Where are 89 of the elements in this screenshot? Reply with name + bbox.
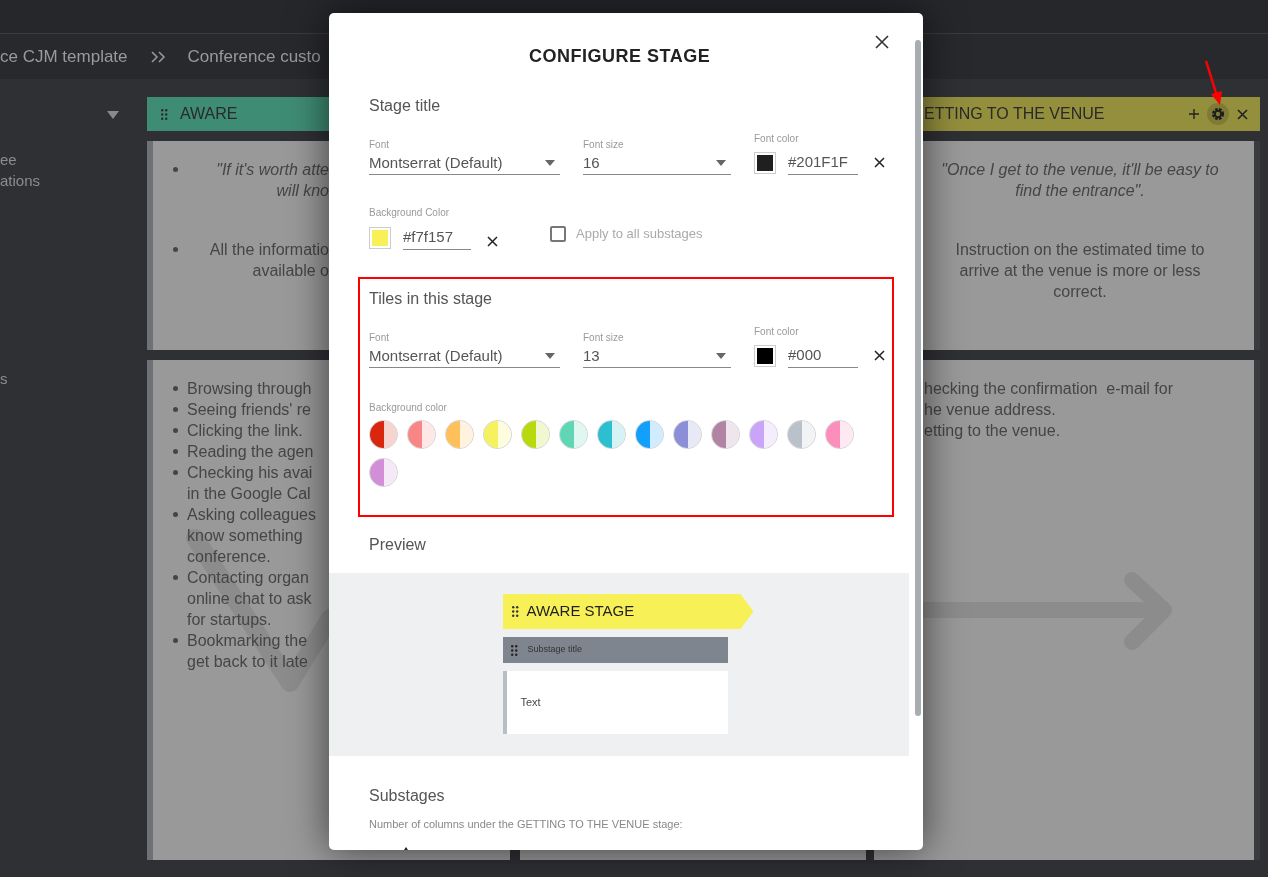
tile-text: Clicking the link. xyxy=(187,421,303,441)
tile-text: Instruction on the estimated time to arrive at the venue is more or less correct. xyxy=(955,240,1205,302)
section-heading: Tiles in this stage xyxy=(369,289,493,309)
chevrons-icon xyxy=(149,49,166,64)
sidebar-item-text[interactable]: ations xyxy=(0,170,41,191)
field-label: Background color xyxy=(369,401,448,415)
color-option[interactable] xyxy=(445,420,474,449)
bullet-icon xyxy=(173,247,178,252)
tile-text: Checking his avai in the Google Cal xyxy=(187,463,313,504)
tile-text: Contacting organ online chat to ask for startups. xyxy=(187,568,312,630)
breadcrumb-link[interactable]: Conference custo xyxy=(187,43,321,70)
field-label: Font xyxy=(369,331,390,345)
settings-icon[interactable] xyxy=(1207,103,1229,125)
color-swatch[interactable] xyxy=(754,151,776,174)
bullet-icon xyxy=(173,449,178,454)
tile-text: Browsing through xyxy=(187,379,312,399)
section-heading: Preview xyxy=(369,535,427,555)
stage-title: ETTING TO THE VENUE xyxy=(924,104,1105,124)
tile-text: etting to the venue. xyxy=(924,421,1061,441)
field-label: Font size xyxy=(583,138,625,152)
tile-text: "Once I get to the venue, it'll be easy to find the entrance". xyxy=(941,160,1219,201)
color-option[interactable] xyxy=(635,420,664,449)
color-option[interactable] xyxy=(787,420,816,449)
color-option[interactable] xyxy=(407,420,436,449)
dropdown-field[interactable]: 13 xyxy=(583,345,731,368)
color-option[interactable] xyxy=(521,420,550,449)
field-label: Font color xyxy=(754,132,800,146)
sidebar-item-text[interactable]: s xyxy=(0,368,8,389)
field-label: Font xyxy=(369,138,390,152)
color-option[interactable] xyxy=(825,420,854,449)
tile-text: "If it's worth atte will kno xyxy=(216,160,329,201)
tile-text: All the informatio available o xyxy=(209,240,329,281)
clear-icon[interactable] xyxy=(874,350,885,361)
clear-icon[interactable] xyxy=(874,157,885,168)
color-option[interactable] xyxy=(369,458,398,487)
field-label: Background Color xyxy=(369,206,451,220)
dialog-title: CONFIGURE STAGE xyxy=(529,45,711,68)
field-label: Font color xyxy=(754,325,800,339)
field-label: Font size xyxy=(583,331,625,345)
drag-handle-icon xyxy=(510,644,518,656)
sidebar-item-text[interactable]: ee xyxy=(0,149,41,170)
checkbox[interactable] xyxy=(550,225,566,242)
clear-icon[interactable] xyxy=(487,236,498,247)
substage-title: Substage title xyxy=(527,643,583,657)
checkbox-label: Apply to all substages xyxy=(576,224,703,243)
color-option[interactable] xyxy=(673,420,702,449)
bullet-icon xyxy=(173,407,178,412)
preview-tile-text: Text xyxy=(520,695,541,711)
breadcrumb-link[interactable]: ce CJM template xyxy=(0,43,128,70)
bullet-icon xyxy=(173,470,178,475)
bullet-icon xyxy=(173,386,178,391)
caret-icon xyxy=(716,160,726,166)
color-input[interactable]: #f7f157 xyxy=(403,225,471,250)
color-option[interactable] xyxy=(483,420,512,449)
tile-text: Reading the agen xyxy=(187,442,314,462)
bullet-icon xyxy=(173,428,178,433)
color-option[interactable] xyxy=(711,420,740,449)
color-option[interactable] xyxy=(749,420,778,449)
color-swatch[interactable] xyxy=(754,344,776,367)
dropdown-field[interactable]: 16 xyxy=(583,152,731,175)
dropdown-field[interactable]: Montserrat (Default) xyxy=(369,345,560,368)
tile-text: Asking colleagues know something conference. xyxy=(187,505,316,567)
section-heading: Stage title xyxy=(369,96,442,116)
caret-icon xyxy=(545,160,555,166)
dropdown-field[interactable]: Montserrat (Default) xyxy=(369,152,560,175)
section-heading: Substages xyxy=(369,786,446,806)
tile-text: Bookmarking the get back to it late xyxy=(187,631,308,672)
scrollbar[interactable] xyxy=(915,40,921,716)
close-icon[interactable] xyxy=(875,34,889,49)
section-description: Number of columns under the GETTING TO THE VENUE stage: xyxy=(369,817,684,832)
preview-stage-header: AWARE STAGE xyxy=(502,594,754,629)
drag-handle-icon[interactable] xyxy=(161,108,168,120)
tile-text: Seeing friends' re xyxy=(187,400,311,420)
stage-title: AWARE xyxy=(180,104,238,124)
bullet-icon xyxy=(173,638,178,643)
color-option[interactable] xyxy=(559,420,588,449)
dropdown-caret-icon[interactable] xyxy=(107,111,119,119)
bullet-icon xyxy=(173,167,178,172)
color-option[interactable] xyxy=(597,420,626,449)
tile-text: hecking the confirmation e-mail for he venue address. xyxy=(924,379,1173,420)
color-input[interactable]: #201F1F xyxy=(788,150,858,175)
bullet-icon xyxy=(173,512,178,517)
plus-icon[interactable] xyxy=(1189,109,1199,119)
color-option[interactable] xyxy=(369,420,398,449)
color-input[interactable]: #000 xyxy=(788,343,858,368)
annotation-arrow xyxy=(1203,60,1223,106)
bullet-icon xyxy=(173,575,178,580)
drag-handle-icon xyxy=(511,606,519,617)
color-swatch[interactable] xyxy=(369,226,391,249)
